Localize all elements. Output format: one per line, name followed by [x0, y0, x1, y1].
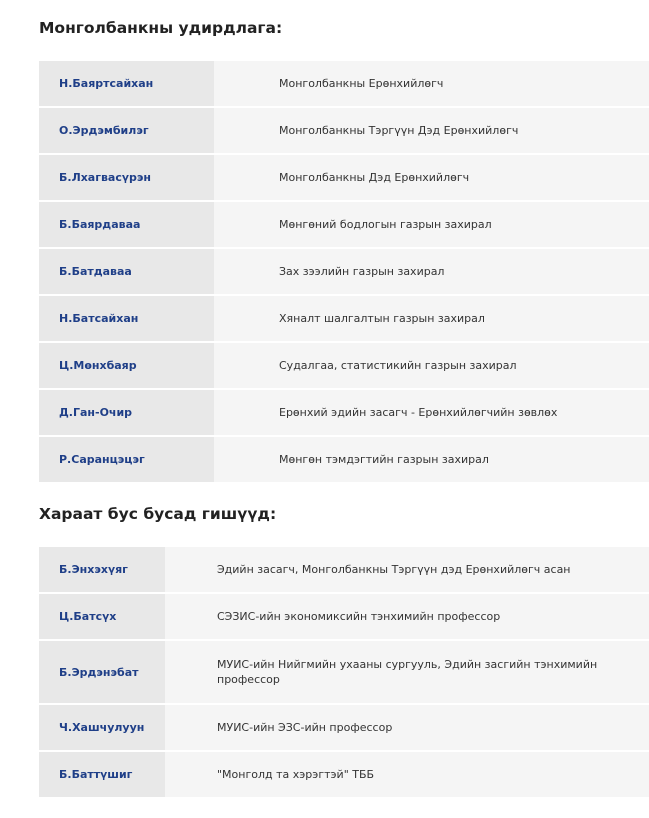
member-name: Д.Ган-Очир: [39, 389, 214, 437]
member-position: Эдийн засагч, Монголбанкны Тэргүүн дэд Е…: [165, 547, 649, 594]
member-name: Б.Эрдэнэбат: [39, 640, 165, 705]
table-row: Н.Баяртсайхан Монголбанкны Ерөнхийлөгч: [39, 61, 649, 108]
table-row: Б.Баярдаваа Мөнгөний бодлогын газрын зах…: [39, 201, 649, 249]
management-table: Н.Баяртсайхан Монголбанкны Ерөнхийлөгч О…: [39, 61, 649, 484]
member-position: Монголбанкны Дэд Ерөнхийлөгч: [214, 154, 649, 202]
table-row: Б.Батдаваа Зах зээлийн газрын захирал: [39, 248, 649, 296]
table-row: Н.Батсайхан Хяналт шалгалтын газрын захи…: [39, 295, 649, 343]
member-name: Б.Энхэхүяг: [39, 547, 165, 594]
member-name: Б.Баттүшиг: [39, 751, 165, 799]
member-name: Р.Саранцэцэг: [39, 436, 214, 484]
member-position: СЭЗИС-ийн экономиксийн тэнхимийн професс…: [165, 593, 649, 641]
table-row: Р.Саранцэцэг Мөнгөн тэмдэгтийн газрын за…: [39, 436, 649, 484]
member-position: Хяналт шалгалтын газрын захирал: [214, 295, 649, 343]
member-position: МУИС-ийн ЭЗС-ийн профессор: [165, 704, 649, 752]
other-members-section-title: Хараат бус бусад гишүүд:: [39, 505, 277, 523]
other-members-table: Б.Энхэхүяг Эдийн засагч, Монголбанкны Тэ…: [39, 547, 649, 799]
member-position: Зах зээлийн газрын захирал: [214, 248, 649, 296]
member-name: О.Эрдэмбилэг: [39, 107, 214, 155]
table-row: Б.Баттүшиг "Монголд та хэрэгтэй" ТББ: [39, 751, 649, 799]
table-row: Б.Энхэхүяг Эдийн засагч, Монголбанкны Тэ…: [39, 547, 649, 594]
table-row: Ц.Мөнхбаяр Судалгаа, статистикийн газрын…: [39, 342, 649, 390]
member-position: МУИС-ийн Нийгмийн ухааны сургууль, Эдийн…: [165, 640, 649, 705]
member-name: Ц.Батсүх: [39, 593, 165, 641]
member-name: Б.Лхагвасүрэн: [39, 154, 214, 202]
member-name: Б.Батдаваа: [39, 248, 214, 296]
member-name: Ц.Мөнхбаяр: [39, 342, 214, 390]
table-row: Ч.Хашчулуун МУИС-ийн ЭЗС-ийн профессор: [39, 704, 649, 752]
member-name: Н.Батсайхан: [39, 295, 214, 343]
member-position: Ерөнхий эдийн засагч - Ерөнхийлөгчийн зө…: [214, 389, 649, 437]
member-name: Н.Баяртсайхан: [39, 61, 214, 108]
member-position: Монголбанкны Ерөнхийлөгч: [214, 61, 649, 108]
table-row: Ц.Батсүх СЭЗИС-ийн экономиксийн тэнхимий…: [39, 593, 649, 641]
table-row: Д.Ган-Очир Ерөнхий эдийн засагч - Ерөнхи…: [39, 389, 649, 437]
table-row: Б.Эрдэнэбат МУИС-ийн Нийгмийн ухааны сур…: [39, 640, 649, 705]
member-position: Судалгаа, статистикийн газрын захирал: [214, 342, 649, 390]
member-position: "Монголд та хэрэгтэй" ТББ: [165, 751, 649, 799]
management-section-title: Монголбанкны удирдлага:: [39, 19, 283, 37]
member-position: Мөнгөн тэмдэгтийн газрын захирал: [214, 436, 649, 484]
member-position: Мөнгөний бодлогын газрын захирал: [214, 201, 649, 249]
table-row: О.Эрдэмбилэг Монголбанкны Тэргүүн Дэд Ер…: [39, 107, 649, 155]
table-row: Б.Лхагвасүрэн Монголбанкны Дэд Ерөнхийлө…: [39, 154, 649, 202]
member-name: Ч.Хашчулуун: [39, 704, 165, 752]
member-name: Б.Баярдаваа: [39, 201, 214, 249]
member-position: Монголбанкны Тэргүүн Дэд Ерөнхийлөгч: [214, 107, 649, 155]
